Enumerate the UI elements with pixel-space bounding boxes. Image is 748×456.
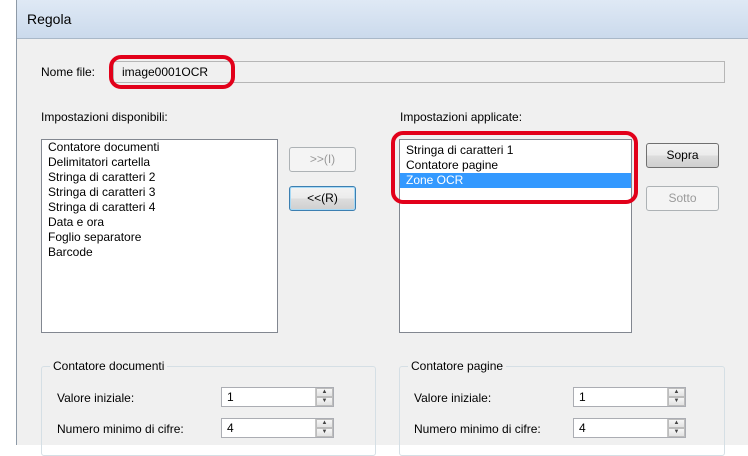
rule-dialog: Regola Nome file: image0001OCR Impostazi…	[16, 0, 748, 456]
list-item[interactable]: Stringa di caratteri 3	[42, 185, 277, 200]
window-title: Regola	[27, 11, 72, 27]
spin-down-icon[interactable]: ▼	[316, 397, 333, 406]
doc-initial-value-spinner[interactable]: 1 ▲ ▼	[221, 387, 334, 407]
add-setting-button[interactable]: >>(I)	[289, 147, 356, 172]
document-counter-legend: Contatore documenti	[50, 359, 168, 373]
file-name-label: Nome file:	[41, 65, 96, 79]
page-initial-spin-arrows[interactable]: ▲ ▼	[667, 388, 685, 406]
doc-initial-spin-arrows[interactable]: ▲ ▼	[315, 388, 333, 406]
dialog-client: Nome file: image0001OCR Impostazioni dis…	[17, 39, 748, 456]
remove-setting-button[interactable]: <<(R)	[289, 186, 356, 211]
spin-up-icon[interactable]: ▲	[316, 419, 333, 428]
list-item[interactable]: Delimitatori cartella	[42, 155, 277, 170]
doc-min-digits-value: 4	[227, 421, 234, 435]
applied-settings-highlight	[391, 131, 638, 204]
spin-down-icon[interactable]: ▼	[316, 428, 333, 437]
page-initial-value: 1	[579, 390, 586, 404]
doc-min-digits-spinner[interactable]: 4 ▲ ▼	[221, 418, 334, 438]
doc-digits-spin-arrows[interactable]: ▲ ▼	[315, 419, 333, 437]
list-item[interactable]: Contatore documenti	[42, 140, 277, 155]
page-counter-legend: Contatore pagine	[408, 359, 507, 373]
page-min-digits-label: Numero minimo di cifre:	[414, 422, 541, 436]
page-min-digits-value: 4	[579, 421, 586, 435]
doc-min-digits-label: Numero minimo di cifre:	[57, 422, 184, 436]
move-down-button[interactable]: Sotto	[646, 186, 719, 211]
list-item[interactable]: Barcode	[42, 245, 277, 260]
applied-settings-label: Impostazioni applicate:	[400, 110, 523, 124]
page-digits-spin-arrows[interactable]: ▲ ▼	[667, 419, 685, 437]
list-item[interactable]: Data e ora	[42, 215, 277, 230]
page-min-digits-spinner[interactable]: 4 ▲ ▼	[573, 418, 686, 438]
available-settings-label: Impostazioni disponibili:	[41, 110, 168, 124]
list-item[interactable]: Stringa di caratteri 2	[42, 170, 277, 185]
page-initial-value-label: Valore iniziale:	[414, 391, 492, 405]
list-item[interactable]: Stringa di caratteri 4	[42, 200, 277, 215]
document-counter-group: Contatore documenti	[41, 359, 376, 456]
page-counter-group: Contatore pagine	[399, 359, 725, 456]
spin-up-icon[interactable]: ▲	[316, 388, 333, 397]
title-bar[interactable]: Regola	[17, 0, 748, 39]
move-up-button[interactable]: Sopra	[646, 143, 719, 168]
file-name-highlight	[109, 55, 235, 89]
spin-up-icon[interactable]: ▲	[668, 419, 685, 428]
page-initial-value-spinner[interactable]: 1 ▲ ▼	[573, 387, 686, 407]
list-item[interactable]: Foglio separatore	[42, 230, 277, 245]
doc-initial-value-label: Valore iniziale:	[57, 391, 135, 405]
spin-up-icon[interactable]: ▲	[668, 388, 685, 397]
available-settings-list[interactable]: Contatore documenti Delimitatori cartella…	[41, 139, 278, 333]
spin-down-icon[interactable]: ▼	[668, 397, 685, 406]
doc-initial-value: 1	[227, 390, 234, 404]
spin-down-icon[interactable]: ▼	[668, 428, 685, 437]
